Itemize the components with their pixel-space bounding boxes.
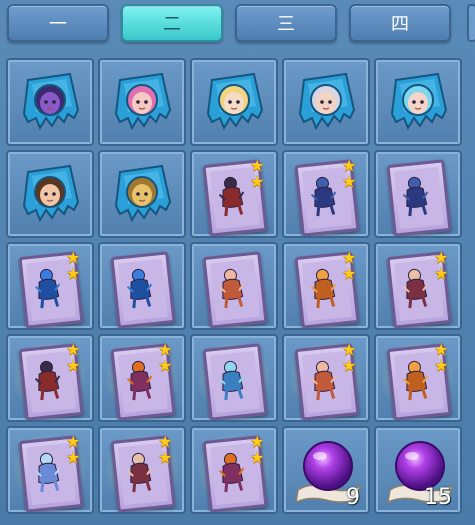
star-icon: ★ [342,264,357,283]
star-icon: ★ [434,264,449,283]
star-icon: ★ [250,172,265,191]
item-slot[interactable]: ★ ★ [190,426,278,514]
hero-shard-icon [22,72,80,131]
hero-figure-icon [218,360,245,401]
item-slot[interactable]: ★ ★ [6,334,94,422]
tab-2[interactable]: 二 [121,4,223,42]
item-slot[interactable] [374,150,462,238]
item-slot[interactable] [374,58,462,146]
inventory-panel: 一 二 三 四 ★ ★ ★ ★ ★ ★ ★ ★ ★ ★ ★ ★ ★ ★ ★ ★ … [0,0,475,525]
hero-figure-icon [34,268,61,309]
star-rating: ★ ★ [66,250,86,282]
tab-overflow-edge [467,4,475,42]
item-slot[interactable] [6,150,94,238]
hero-shard-icon [298,72,356,131]
item-slot[interactable]: ★ ★ [98,426,186,514]
tab-1[interactable]: 一 [7,4,109,42]
item-slot[interactable] [6,58,94,146]
item-count: 9 [346,485,360,510]
star-icon: ★ [342,172,357,191]
item-slot[interactable] [98,58,186,146]
item-slot[interactable] [190,334,278,422]
hero-shard-icon [114,164,172,223]
star-rating: ★ ★ [250,158,270,190]
hero-figure-icon [402,360,429,401]
star-icon: ★ [158,356,173,375]
hero-figure-icon [34,360,61,401]
star-icon: ★ [66,448,81,467]
hero-shard-icon [206,72,264,131]
star-rating: ★ ★ [342,158,362,190]
hero-figure-icon [126,268,153,309]
item-slot[interactable]: ★ ★ [374,334,462,422]
tab-4[interactable]: 四 [349,4,451,42]
hero-figure-icon [402,176,429,217]
hero-shard-icon [390,72,448,131]
hero-figure-icon [34,452,61,493]
hero-card [386,159,452,236]
star-icon: ★ [434,356,449,375]
item-slot[interactable]: 15 [374,426,462,514]
hero-card [110,251,176,328]
hero-figure-icon [126,360,153,401]
star-rating: ★ ★ [434,342,454,374]
item-slot[interactable]: ★ ★ [282,150,370,238]
hero-shard-icon [22,164,80,223]
item-slot[interactable]: ★ ★ [282,334,370,422]
star-rating: ★ ★ [158,434,178,466]
star-rating: ★ ★ [66,434,86,466]
tab-3[interactable]: 三 [235,4,337,42]
item-slot[interactable]: 9 [282,426,370,514]
hero-figure-icon [218,452,245,493]
item-slot[interactable] [98,150,186,238]
hero-shard-icon [114,72,172,131]
star-rating: ★ ★ [434,250,454,282]
star-icon: ★ [250,448,265,467]
item-slot[interactable]: ★ ★ [190,150,278,238]
hero-figure-icon [402,268,429,309]
tab-bar: 一 二 三 四 [0,0,475,52]
hero-figure-icon [310,176,337,217]
hero-figure-icon [310,268,337,309]
hero-card [202,343,268,420]
item-slot[interactable] [190,242,278,330]
star-rating: ★ ★ [158,342,178,374]
item-slot[interactable]: ★ ★ [98,334,186,422]
star-icon: ★ [342,356,357,375]
item-slot[interactable] [98,242,186,330]
hero-figure-icon [126,452,153,493]
star-icon: ★ [66,356,81,375]
star-icon: ★ [66,264,81,283]
item-slot[interactable] [282,58,370,146]
item-grid: ★ ★ ★ ★ ★ ★ ★ ★ ★ ★ ★ ★ ★ ★ ★ ★ ★ ★ ★ ★ … [6,58,472,525]
hero-figure-icon [218,176,245,217]
item-slot[interactable]: ★ ★ [6,242,94,330]
star-rating: ★ ★ [342,250,362,282]
star-rating: ★ ★ [250,434,270,466]
star-rating: ★ ★ [342,342,362,374]
item-slot[interactable]: ★ ★ [282,242,370,330]
hero-card [202,251,268,328]
star-rating: ★ ★ [66,342,86,374]
item-slot[interactable] [190,58,278,146]
star-icon: ★ [158,448,173,467]
item-count: 15 [424,485,452,510]
hero-figure-icon [310,360,337,401]
item-slot[interactable]: ★ ★ [6,426,94,514]
hero-figure-icon [218,268,245,309]
item-slot[interactable]: ★ ★ [374,242,462,330]
